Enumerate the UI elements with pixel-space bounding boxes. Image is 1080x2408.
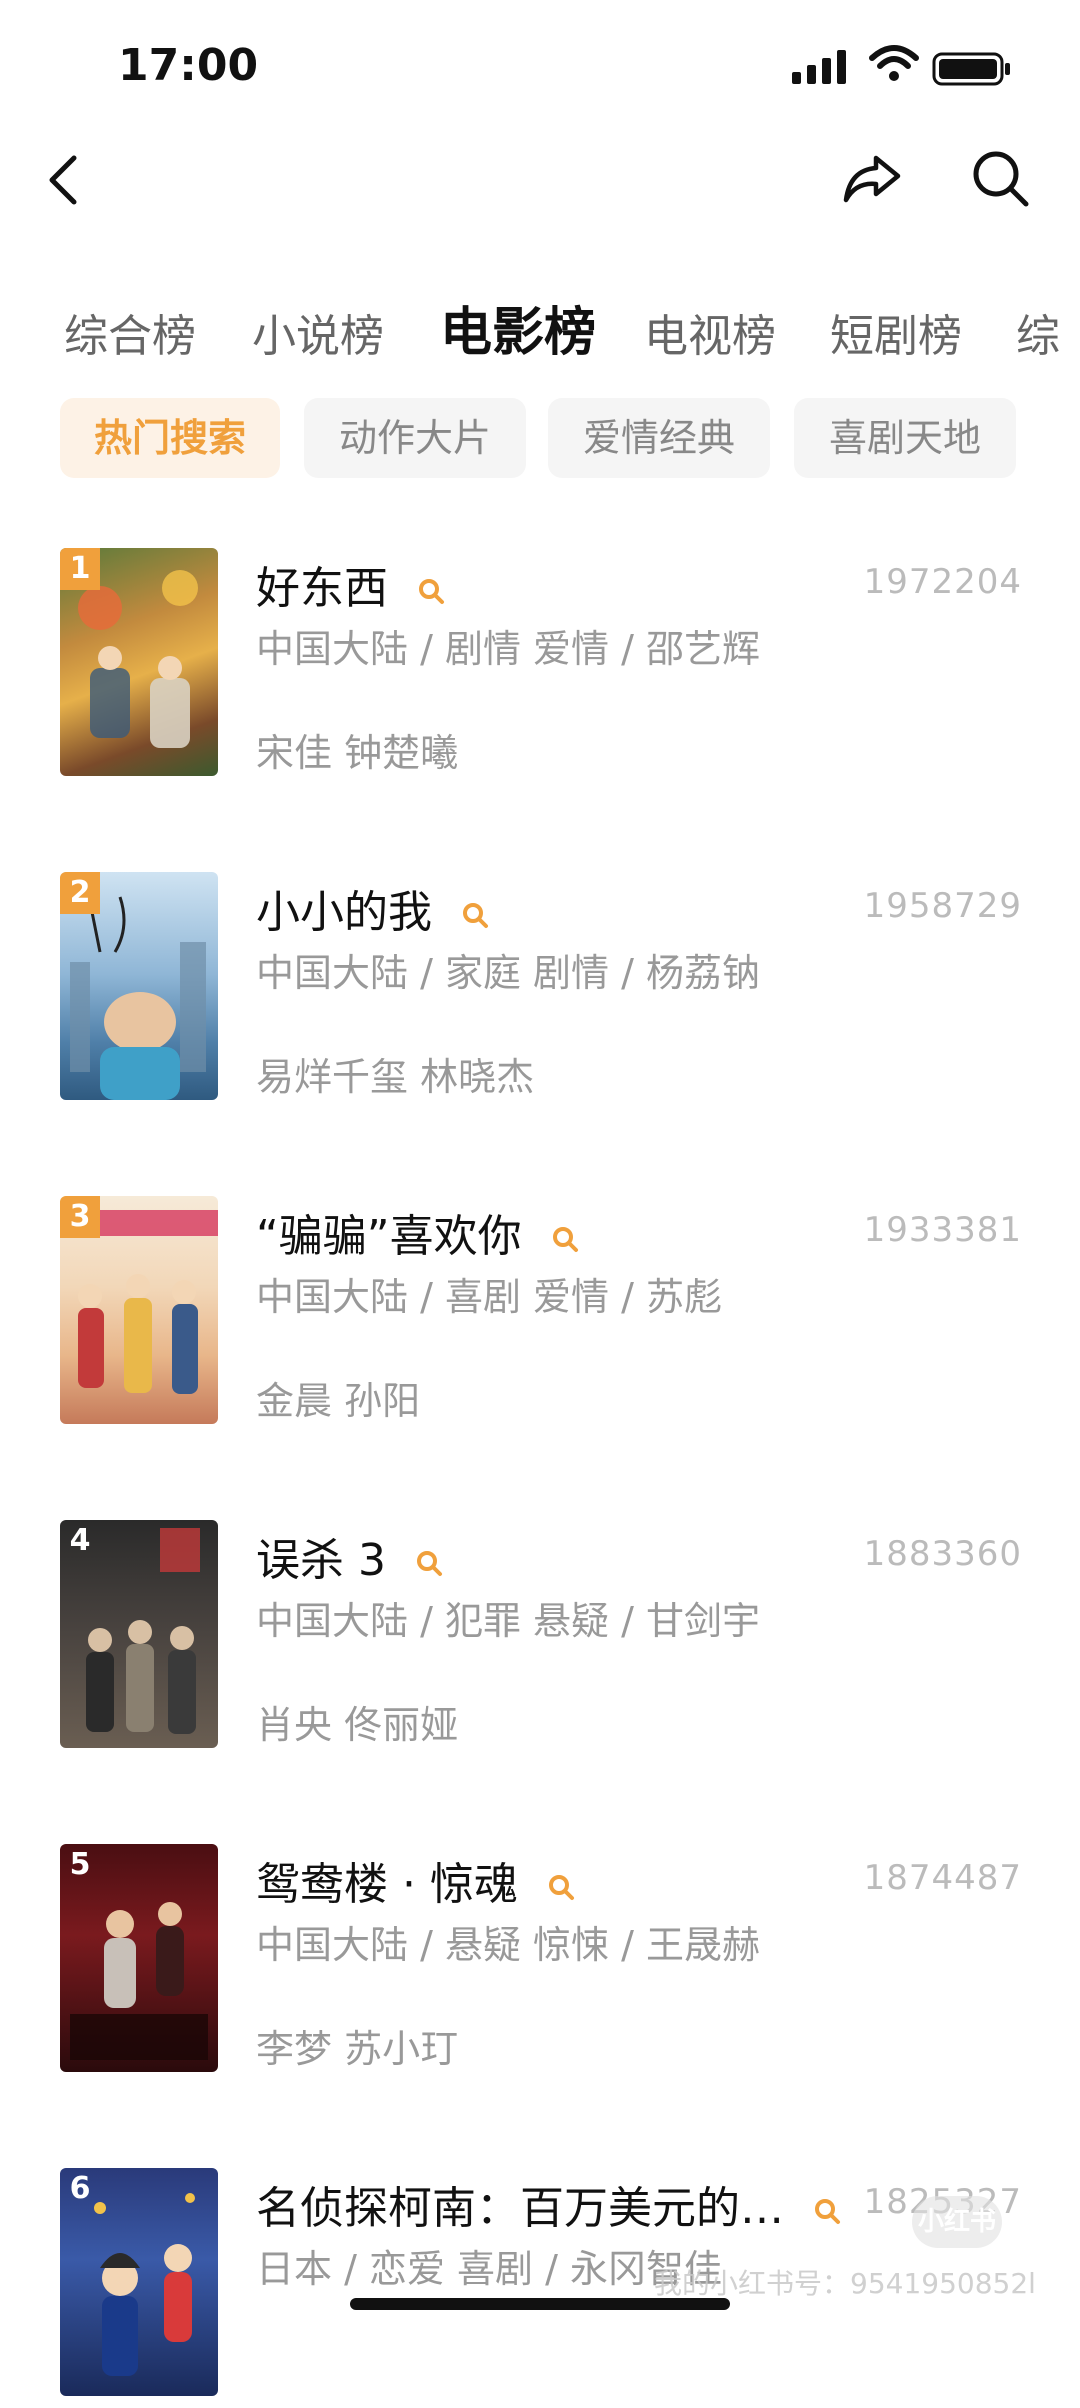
watermark-logo: 小红书: [912, 2196, 1002, 2248]
list-item[interactable]: 5 鸳鸯楼 · 惊魂 1874487 中国大陆 / 悬疑 惊悚 / 王晟赫 李梦…: [0, 1844, 1080, 2084]
magnifier-icon: [416, 1551, 442, 1576]
ranking-tabs: 综合榜 小说榜 电影榜 电视榜 短剧榜 综: [0, 290, 1080, 370]
magnifier-icon: [815, 2199, 840, 2224]
magnifier-icon: [548, 1875, 574, 1900]
movie-meta: 中国大陆 / 悬疑 惊悚 / 王晟赫: [256, 1923, 761, 1967]
movie-poster[interactable]: 4: [60, 1520, 218, 1748]
movie-poster[interactable]: 2: [60, 872, 218, 1100]
filter-chips: 热门搜索 动作大片 爱情经典 喜剧天地: [0, 398, 1080, 480]
movie-title-row[interactable]: 名侦探柯南：百万美元的…: [256, 2172, 846, 2236]
list-item[interactable]: 2 小小的我 1958729 中国大陆 / 家庭 剧情 / 杨荔钠 易烊千玺 林…: [0, 872, 1080, 1112]
movie-cast: 易烊千玺 林晓杰: [256, 1055, 535, 1099]
list-item[interactable]: 3 “骗骗”喜欢你 1933381 中国大陆 / 喜剧 爱情 / 苏彪 金晨 孙…: [0, 1196, 1080, 1436]
movie-title: 误杀 3: [256, 1535, 386, 1586]
movie-meta: 中国大陆 / 剧情 爱情 / 邵艺辉: [256, 627, 761, 671]
magnifier-icon: [419, 579, 444, 604]
movie-title-row[interactable]: 误杀 3: [256, 1524, 444, 1588]
signal-icon: [792, 50, 846, 84]
movie-title: 好东西: [256, 563, 388, 614]
wifi-icon: [869, 45, 919, 81]
chip-comedy[interactable]: 喜剧天地: [794, 398, 1016, 478]
movie-title-row[interactable]: 鸳鸯楼 · 惊魂: [256, 1848, 576, 1912]
chevron-left-icon[interactable]: [40, 150, 90, 210]
movie-title: “骗骗”喜欢你: [256, 1211, 522, 1262]
search-count: 1972204: [863, 562, 1022, 602]
tab-novel[interactable]: 小说榜: [252, 300, 384, 364]
movie-meta: 中国大陆 / 犯罪 悬疑 / 甘剑宇: [256, 1599, 761, 1643]
movie-meta: 中国大陆 / 喜剧 爱情 / 苏彪: [256, 1275, 723, 1319]
magnifier-icon: [552, 1227, 578, 1252]
rank-badge: 2: [60, 872, 100, 914]
rank-badge: 4: [69, 1523, 91, 1558]
movie-title: 鸳鸯楼 · 惊魂: [256, 1859, 518, 1910]
search-count: 1958729: [863, 886, 1022, 926]
rank-badge: 3: [60, 1196, 100, 1238]
movie-title: 小小的我: [256, 887, 432, 938]
rank-badge: 5: [69, 1847, 91, 1882]
tab-movie[interactable]: 电影榜: [440, 290, 596, 365]
tab-tv[interactable]: 电视榜: [644, 300, 776, 364]
tab-comprehensive[interactable]: 综合榜: [64, 300, 196, 364]
status-bar: 17:00: [0, 0, 1080, 130]
movie-meta: 中国大陆 / 家庭 剧情 / 杨荔钠: [256, 951, 761, 995]
watermark-text: 我的小红书号：9541950852l: [654, 2267, 1036, 2300]
movie-title-row[interactable]: 小小的我: [256, 876, 490, 940]
tab-variety[interactable]: 综: [1016, 300, 1060, 364]
movie-poster[interactable]: 6: [60, 2168, 218, 2396]
movie-cast: 宋佳 钟楚曦: [256, 731, 459, 775]
chip-hot-search[interactable]: 热门搜索: [60, 398, 280, 478]
chip-action[interactable]: 动作大片: [304, 398, 526, 478]
list-item[interactable]: 4 误杀 3 1883360 中国大陆 / 犯罪 悬疑 / 甘剑宇 肖央 佟丽娅: [0, 1520, 1080, 1760]
nav-bar: [0, 140, 1080, 220]
movie-cast: 金晨 孙阳: [256, 1379, 421, 1423]
movie-title-row[interactable]: “骗骗”喜欢你: [256, 1200, 580, 1264]
search-count: 1883360: [863, 1534, 1022, 1574]
search-count: 1933381: [863, 1210, 1022, 1250]
magnifier-icon: [463, 903, 488, 928]
status-time: 17:00: [118, 40, 259, 91]
tab-short-drama[interactable]: 短剧榜: [830, 300, 962, 364]
movie-title: 名侦探柯南：百万美元的…: [256, 2183, 784, 2234]
movie-title-row[interactable]: 好东西: [256, 552, 446, 616]
share-arrow-icon[interactable]: [840, 146, 904, 210]
movie-cast: 肖央 佟丽娅: [256, 1703, 459, 1747]
movie-meta: 日本 / 恋爱 喜剧 / 永冈智佳: [256, 2247, 723, 2291]
movie-poster[interactable]: 5: [60, 1844, 218, 2072]
search-count: 1874487: [863, 1858, 1022, 1898]
rank-badge: 6: [69, 2171, 91, 2206]
movie-cast: 李梦 苏小玎: [256, 2027, 459, 2071]
battery-icon: [932, 52, 1010, 86]
search-icon[interactable]: [968, 146, 1032, 210]
chip-romance[interactable]: 爱情经典: [548, 398, 770, 478]
rank-badge: 1: [60, 548, 100, 590]
movie-poster[interactable]: 1: [60, 548, 218, 776]
movie-poster[interactable]: 3: [60, 1196, 218, 1424]
home-indicator[interactable]: [350, 2298, 730, 2310]
list-item[interactable]: 1 好东西 1972204 中国大陆 / 剧情 爱情 / 邵艺辉 宋佳 钟楚曦: [0, 548, 1080, 788]
